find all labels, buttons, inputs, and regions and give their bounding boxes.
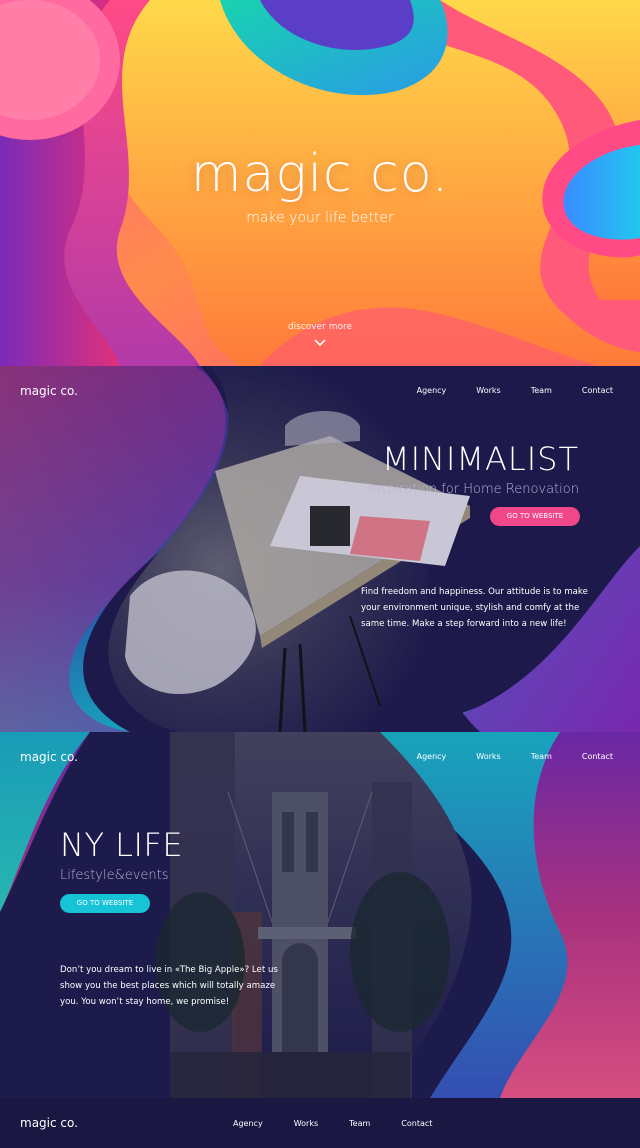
page: magic co. make your life better discover…: [0, 0, 640, 1148]
hero-subtitle: make your life better: [246, 210, 394, 226]
nylife-background: [0, 732, 640, 1098]
nylife-description: Don’t you dream to live in «The Big Appl…: [60, 965, 278, 1007]
minimalist-go-to-website-button[interactable]: GO TO WEBSITE: [490, 507, 580, 526]
nylife-nav: magic co. Agency Works Team Contact: [0, 740, 640, 770]
chevron-down-icon[interactable]: [314, 338, 326, 348]
footer-link-contact[interactable]: Contact: [401, 1119, 432, 1128]
hero-section: magic co. make your life better discover…: [0, 0, 640, 366]
minimalist-description: Find freedom and happiness. Our attitude…: [361, 587, 588, 629]
footer-links: Agency Works Team Contact: [233, 1119, 463, 1128]
nav-link-works[interactable]: Works: [476, 752, 500, 761]
nav-link-team[interactable]: Team: [531, 752, 552, 761]
footer-link-agency[interactable]: Agency: [233, 1119, 263, 1128]
minimalist-subtitle: Inspiration for Home Renovation: [368, 482, 579, 497]
nav-link-contact[interactable]: Contact: [582, 386, 613, 395]
nav-link-agency[interactable]: Agency: [417, 752, 447, 761]
nylife-go-to-website-button[interactable]: GO TO WEBSITE: [60, 894, 150, 913]
minimalist-title: MINIMALIST: [381, 440, 579, 478]
hero-title: magic co.: [190, 144, 450, 204]
nav-links: Agency Works Team Contact: [387, 386, 613, 395]
footer-logo[interactable]: magic co.: [20, 1116, 78, 1130]
minimalist-section: magic co. Agency Works Team Contact MINI…: [0, 366, 640, 732]
discover-more-link[interactable]: discover more: [0, 322, 640, 332]
nylife-subtitle: Lifestyle&events: [60, 868, 169, 883]
nylife-section: magic co. Agency Works Team Contact NY L…: [0, 732, 640, 1098]
main-nav: magic co. Agency Works Team Contact: [0, 374, 640, 404]
nylife-title: NY LIFE: [60, 826, 184, 864]
nav-link-contact[interactable]: Contact: [582, 752, 613, 761]
footer: magic co. Agency Works Team Contact: [0, 1098, 640, 1148]
logo[interactable]: magic co.: [20, 384, 78, 398]
logo[interactable]: magic co.: [20, 750, 78, 764]
nav-link-agency[interactable]: Agency: [417, 386, 447, 395]
footer-link-team[interactable]: Team: [349, 1119, 370, 1128]
nav-link-team[interactable]: Team: [531, 386, 552, 395]
footer-link-works[interactable]: Works: [294, 1119, 318, 1128]
nav-link-works[interactable]: Works: [476, 386, 500, 395]
minimalist-background: [0, 366, 640, 732]
nav-links: Agency Works Team Contact: [387, 752, 613, 761]
